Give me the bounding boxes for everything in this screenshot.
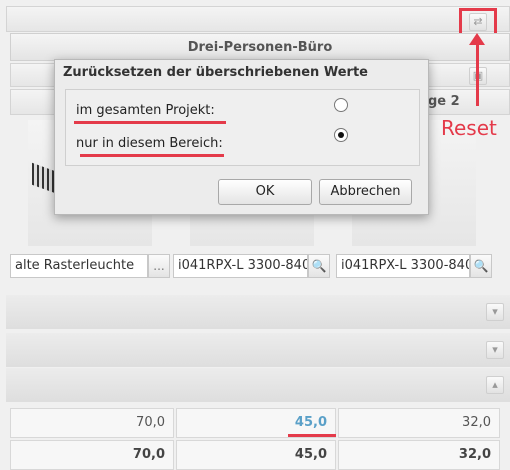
reset-dialog: Zurücksetzen der überschriebenen Werte i… [54,59,429,215]
section-2: ▾ [6,333,510,367]
panel-title: Drei-Personen-Büro [10,33,510,61]
radio-project[interactable] [334,98,348,112]
dialog-title: Zurücksetzen der überschriebenen Werte [63,65,368,80]
result-r1-c1: 70,0 [10,408,174,438]
ellipsis-icon[interactable]: ... [148,254,170,278]
result-r2-c2: 45,0 [176,440,336,470]
ok-button[interactable]: OK [218,179,312,205]
radio-area[interactable] [334,128,348,142]
result-r1-c3: 32,0 [338,408,500,438]
reset-arrow [469,33,485,106]
expand-down-icon[interactable]: ▾ [486,303,504,321]
option-project-underline [74,121,226,124]
reset-label: Reset [441,116,497,140]
luminaire-field-2[interactable]: i041RPX-L 3300-840 [173,254,308,278]
option-area-label: nur in diesem Bereich: [76,136,223,151]
cancel-button[interactable]: Abbrechen [319,179,412,205]
option-area-underline [80,154,224,157]
dialog-options: im gesamten Projekt: nur in diesem Berei… [65,89,420,166]
highlight-underline [288,434,336,437]
top-toolbar [6,6,510,32]
section-3: ▴ [6,368,510,402]
option-project-label: im gesamten Projekt: [76,103,215,118]
expand-down-icon[interactable]: ▾ [486,341,504,359]
result-r2-c3: 32,0 [338,440,500,470]
section-1: ▾ [6,295,510,329]
search-icon[interactable]: 🔍 [308,254,330,278]
result-r2-c1: 70,0 [10,440,174,470]
luminaire-field-3[interactable]: i041RPX-L 3300-840 [336,254,470,278]
luminaire-field-1[interactable]: alte Rasterleuchte [10,254,148,278]
column-header-3: ge 2 [428,94,460,109]
search-icon[interactable]: 🔍 [470,254,492,278]
collapse-up-icon[interactable]: ▴ [486,376,504,394]
